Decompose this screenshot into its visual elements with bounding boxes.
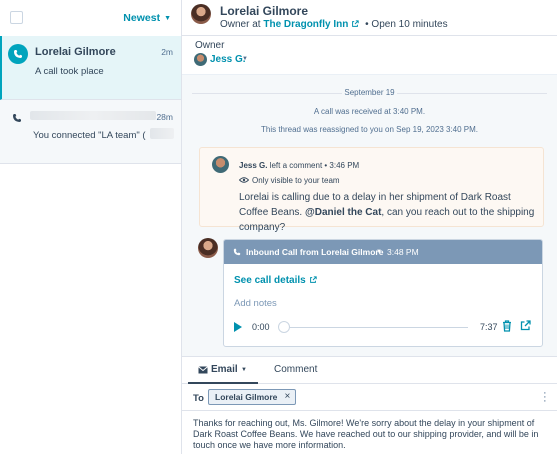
thread-timeline: September 19 A call was received at 3:40… [182,74,557,356]
conversation-time: 2m [161,47,173,57]
comment-header: Jess G. left a comment • 3:46 PM [239,161,359,170]
conversation-preview: A call took place [35,66,104,77]
external-link-icon[interactable] [520,320,531,331]
conversation-name: Lorelai Gilmore [35,46,116,58]
comment-author: Jess G. [239,161,268,170]
conversation-preview: You connected "LA team" ( [33,130,146,141]
comment-author-avatar [212,156,229,173]
recipient-name: Lorelai Gilmore [215,392,278,402]
owner-label: Owner [195,40,225,51]
conversation-item-lorelai[interactable]: Lorelai Gilmore 2m A call took place [0,36,181,100]
details-label: See call details [234,275,306,286]
see-call-details-link[interactable]: See call details [234,275,317,286]
chevron-down-icon: ▼ [164,15,171,22]
owner-prefix: Owner at [220,19,261,30]
external-link-icon[interactable] [351,20,360,28]
open-status: • Open 10 minutes [365,19,448,30]
comment-time: • 3:46 PM [324,161,360,170]
playback-position: 0:00 [252,322,270,332]
chevron-down-icon[interactable]: ▼ [376,249,382,255]
reply-composer: Email ▼ Comment To Lorelai Gilmore × · · ·… [182,356,557,454]
internal-comment: Jess G. left a comment • 3:46 PM Only vi… [199,147,544,233]
sort-label: Newest [123,12,161,24]
comment-action: left a comment [269,161,323,170]
mention[interactable]: @Daniel the Cat [305,207,381,218]
contact-name[interactable]: Lorelai Gilmore [220,4,308,18]
contact-meta: Owner at The Dragonfly Inn • Open 10 min… [220,19,448,30]
contact-avatar[interactable] [191,4,211,24]
company-link[interactable]: The Dragonfly Inn [263,19,348,30]
email-body-editor[interactable]: Thanks for reaching out, Ms. Gilmore! We… [193,418,545,451]
list-header: Newest ▼ [0,0,181,36]
trash-icon[interactable] [502,320,512,332]
redacted-text [150,128,174,139]
comment-body: Lorelai is calling due to a delay in her… [239,190,539,235]
date-label: September 19 [344,88,395,97]
external-link-icon [309,276,317,283]
sort-dropdown[interactable]: Newest ▼ [123,12,171,24]
composer-tabs: Email ▼ Comment [182,357,557,384]
conversation-item-la-team[interactable]: 28m You connected "LA team" ( [0,100,181,164]
recipient-row: To Lorelai Gilmore × · · · [182,384,557,411]
playback-track[interactable] [284,327,468,328]
call-duration: 7:37 [480,322,498,332]
select-all-checkbox[interactable] [10,11,23,24]
system-event: A call was received at 3:40 PM. [313,107,426,116]
conversation-detail: Lorelai Gilmore Owner at The Dragonfly I… [182,0,557,454]
conversation-time: 28m [156,112,173,122]
call-time: 3:48 PM [387,247,419,257]
date-divider: September 19 [182,88,557,97]
phone-icon [13,114,21,122]
add-notes-field[interactable]: Add notes [234,298,277,309]
tab-label: Email [211,364,238,375]
tab-comment[interactable]: Comment [274,364,317,375]
play-icon[interactable] [234,322,242,332]
chevron-down-icon[interactable]: ▼ [241,367,247,373]
chevron-down-icon[interactable]: ▼ [242,56,248,62]
system-event: This thread was reassigned to you on Sep… [260,125,479,134]
remove-recipient-icon[interactable]: × [285,391,291,402]
envelope-icon [198,366,208,374]
to-label: To [193,393,204,404]
tab-email[interactable]: Email ▼ [188,357,258,384]
visibility-label: Only visible to your team [252,176,340,185]
recipient-chip[interactable]: Lorelai Gilmore × [208,389,297,405]
phone-icon [233,248,241,256]
contact-header: Lorelai Gilmore Owner at The Dragonfly I… [182,0,557,36]
owner-dropdown[interactable]: Jess G. [210,54,246,65]
phone-icon [8,44,28,64]
call-card: Inbound Call from Lorelai Gilmore ▼ 3:48… [223,239,543,347]
contact-avatar [198,238,218,258]
more-options-icon[interactable]: · · · [543,388,547,407]
eye-icon [239,177,249,183]
call-title: Inbound Call from Lorelai Gilmore [246,247,384,257]
call-card-header[interactable]: Inbound Call from Lorelai Gilmore ▼ 3:48… [224,240,542,264]
conversation-list: Newest ▼ Lorelai Gilmore 2m A call took p… [0,0,182,454]
owner-section: Owner Jess G. ▼ [182,36,557,74]
owner-avatar [194,53,207,66]
redacted-name [30,111,156,120]
comment-visibility: Only visible to your team [239,176,340,185]
playback-scrubber[interactable] [278,321,290,333]
